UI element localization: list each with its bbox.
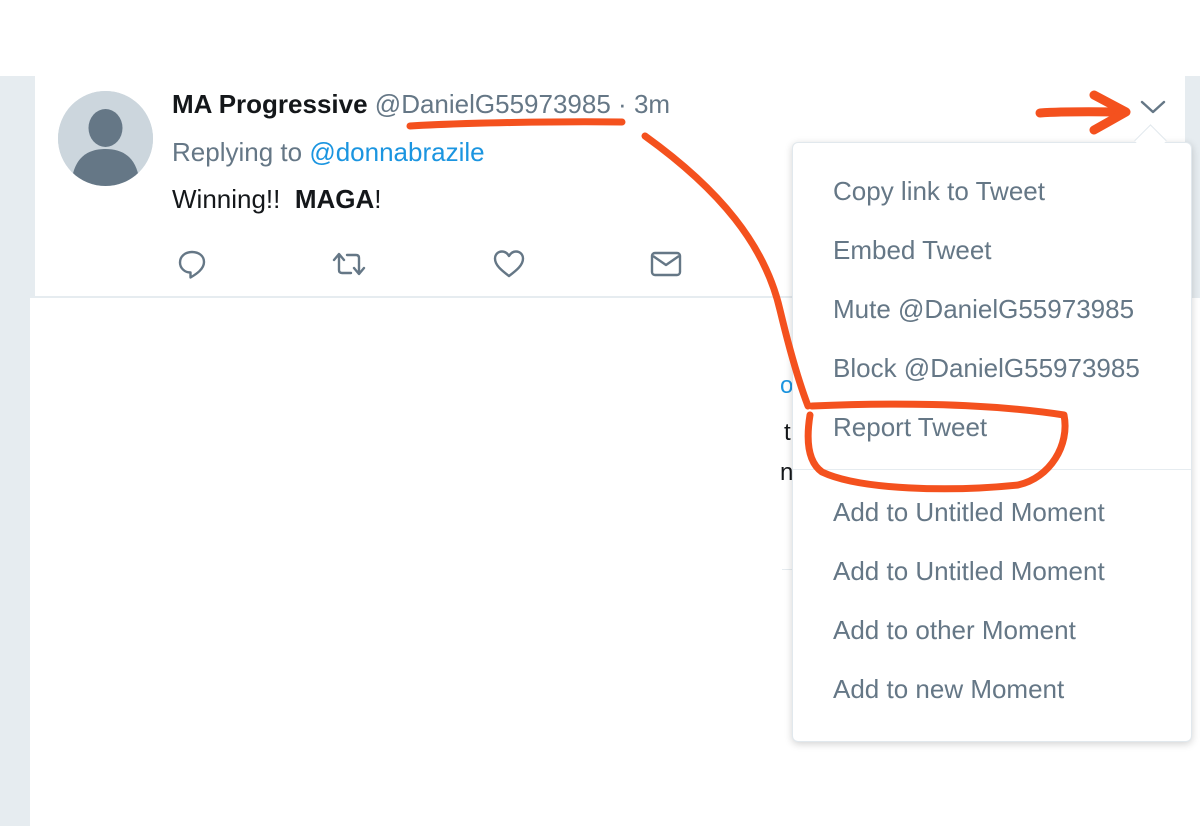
tweet-actions-dropdown: Copy link to Tweet Embed Tweet Mute @Dan…: [792, 142, 1192, 742]
tweet-text-suffix: !: [374, 184, 382, 214]
background-divider: [782, 569, 792, 570]
avatar[interactable]: [58, 91, 153, 186]
menu-item-copy-link[interactable]: Copy link to Tweet: [833, 176, 1045, 207]
chevron-down-icon: [1140, 100, 1166, 114]
menu-item-add-moment[interactable]: Add to Untitled Moment: [833, 497, 1105, 528]
menu-item-block[interactable]: Block @DanielG55973985: [833, 353, 1140, 384]
menu-item-add-other-moment[interactable]: Add to other Moment: [833, 615, 1076, 646]
tweet-text: Winning!! MAGA!: [172, 184, 382, 215]
menu-item-add-moment[interactable]: Add to Untitled Moment: [833, 556, 1105, 587]
direct-message-button[interactable]: [648, 246, 684, 282]
menu-item-report[interactable]: Report Tweet: [833, 412, 987, 443]
background-text-fragment: t: [784, 419, 791, 446]
heart-icon: [493, 250, 525, 278]
tweet-header: MA Progressive @DanielG55973985 · 3m: [172, 89, 670, 120]
replying-mention-link[interactable]: @donnabrazile: [309, 137, 484, 167]
retweet-icon: [332, 252, 366, 276]
menu-item-add-new-moment[interactable]: Add to new Moment: [833, 674, 1064, 705]
tweet-text-plain: Winning!!: [172, 184, 281, 214]
separator-dot: ·: [618, 89, 627, 119]
default-profile-icon: [58, 91, 153, 186]
tweet-fullname[interactable]: MA Progressive: [172, 89, 368, 119]
tweet-timestamp[interactable]: 3m: [634, 89, 670, 119]
like-button[interactable]: [491, 246, 527, 282]
menu-divider: [793, 469, 1191, 470]
menu-item-embed[interactable]: Embed Tweet: [833, 235, 992, 266]
tweet-menu-button[interactable]: [1137, 91, 1169, 123]
tweet-text-bold: MAGA: [294, 184, 375, 214]
reply-button[interactable]: [174, 246, 210, 282]
replying-label: Replying to: [172, 137, 303, 167]
reply-icon: [178, 250, 206, 279]
envelope-icon: [650, 251, 682, 277]
retweet-button[interactable]: [331, 246, 367, 282]
replying-to: Replying to @donnabrazile: [172, 137, 485, 168]
tweet-username[interactable]: @DanielG55973985: [375, 89, 611, 119]
menu-item-mute[interactable]: Mute @DanielG55973985: [833, 294, 1134, 325]
